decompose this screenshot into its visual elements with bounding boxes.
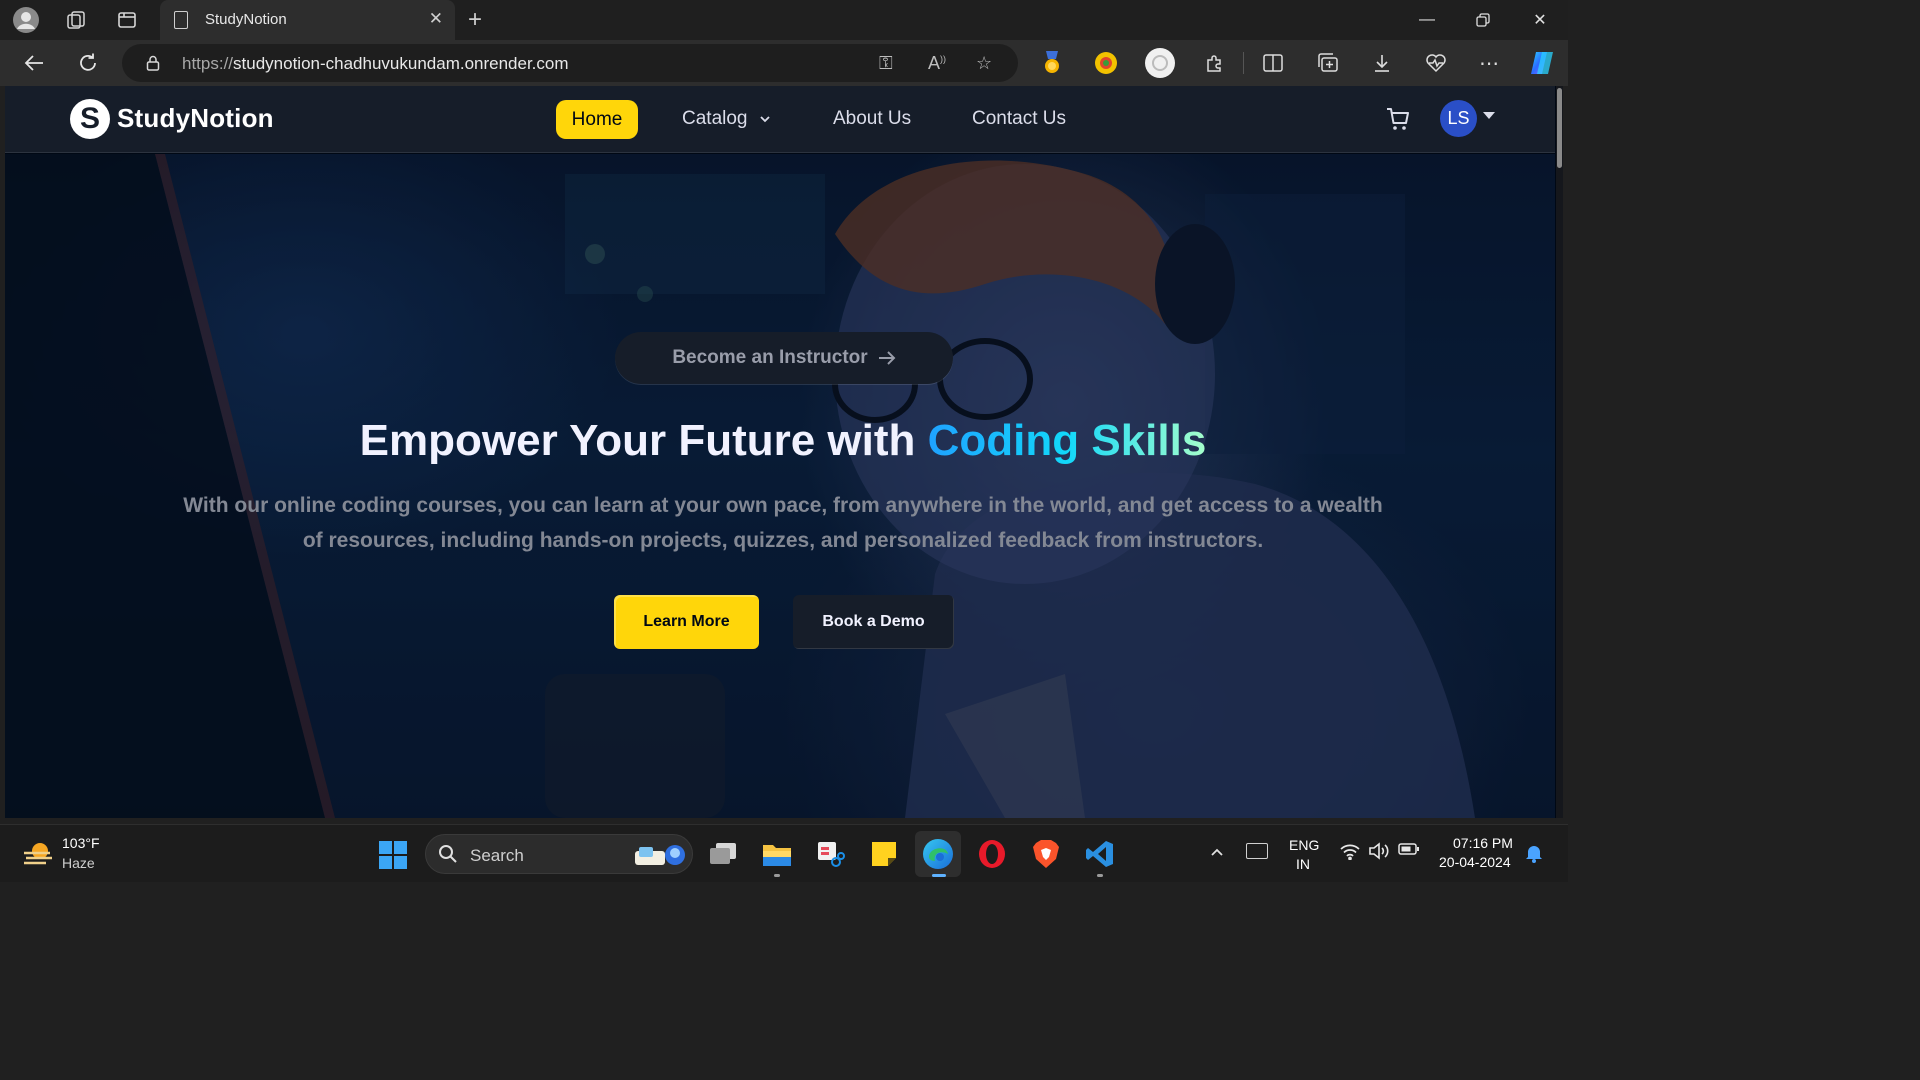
volume-icon[interactable] [1368,842,1390,865]
hero-section: Become an Instructor Empower Your Future… [5,154,1555,818]
page-viewport: S StudyNotion Home Catalog About Us Cont… [5,86,1563,818]
battery-icon[interactable] [1398,842,1420,861]
hero-subtext-line2: of resources, including hands-on project… [302,529,1264,552]
hero-subtext: With our online coding courses, you can … [145,488,1421,558]
close-icon[interactable]: ✕ [1520,6,1560,34]
keyboard-icon[interactable] [1246,843,1268,859]
clock-time[interactable]: 07:16 PM [1453,835,1513,851]
language-code[interactable]: ENG [1289,837,1319,853]
windows-start-icon[interactable] [378,840,408,870]
tab-title: StudyNotion [205,11,287,28]
taskbar-search[interactable]: Search [425,834,693,874]
lock-icon[interactable] [146,55,160,71]
profile-icon[interactable] [12,6,40,34]
file-explorer-icon[interactable] [760,837,794,871]
hero-heading: Empower Your Future with Coding Skills [5,416,1555,466]
hero-subtext-line1: With our online coding courses, you can … [183,494,1383,517]
tab-actions-icon[interactable] [113,6,141,34]
become-instructor-button[interactable]: Become an Instructor [615,332,953,384]
hero-heading-text: Empower Your Future with [359,416,928,465]
site-navbar: S StudyNotion Home Catalog About Us Cont… [5,86,1555,153]
search-highlight-icon [635,845,685,865]
extensions-puzzle-icon[interactable] [1202,50,1228,76]
downloads-icon[interactable] [1369,50,1395,76]
copilot-icon[interactable] [1527,48,1557,78]
clock-date[interactable]: 20-04-2024 [1439,854,1511,870]
toolbar-divider [1243,52,1244,74]
tab-close-icon[interactable]: ✕ [429,9,443,29]
refresh-icon[interactable] [73,48,103,78]
become-instructor-label: Become an Instructor [672,347,868,368]
read-aloud-icon[interactable]: A)) [928,53,946,74]
windows-taskbar: 103°F Haze Search ENG IN 07:16 PM 20-04-… [0,824,1568,882]
brave-icon[interactable] [1029,837,1063,871]
nav-home-link[interactable]: Home [556,100,638,139]
weather-description[interactable]: Haze [62,855,95,871]
notification-bell-icon[interactable] [1524,843,1544,863]
browser-title-bar: StudyNotion ✕ + — ✕ [0,0,1568,40]
favorite-star-icon[interactable]: ☆ [976,53,992,74]
learn-more-button[interactable]: Learn More [614,595,759,649]
opera-icon[interactable] [975,837,1009,871]
page-scrollbar[interactable] [1556,86,1563,818]
task-view-icon[interactable] [706,837,740,871]
minimize-icon[interactable]: — [1407,6,1447,34]
browser-tab[interactable]: StudyNotion ✕ [160,0,455,40]
app-active-indicator [932,874,946,877]
split-screen-icon[interactable] [1260,50,1286,76]
haze-weather-icon[interactable] [22,839,54,869]
book-demo-button[interactable]: Book a Demo [793,595,954,649]
nav-about-link[interactable]: About Us [833,108,911,130]
logo-text[interactable]: StudyNotion [117,103,274,134]
extension-medal-icon[interactable] [1039,50,1065,76]
more-icon[interactable]: ⋯ [1476,50,1502,76]
search-label: Search [470,846,524,865]
app-running-indicator [774,874,780,877]
page-icon [174,11,188,29]
wifi-icon[interactable] [1339,842,1361,865]
browser-toolbar: https://studynotion-chadhuvukundam.onren… [0,40,1568,86]
avatar[interactable]: LS [1440,100,1477,137]
app-running-indicator [1097,874,1103,877]
nav-catalog-label: Catalog [682,108,748,129]
new-tab-icon[interactable]: + [468,6,482,34]
snipping-tool-icon[interactable] [813,837,847,871]
weather-temperature[interactable]: 103°F [62,835,100,851]
back-icon[interactable] [19,48,49,78]
search-icon [439,845,457,863]
sticky-notes-icon[interactable] [867,837,901,871]
nav-contact-link[interactable]: Contact Us [972,108,1066,130]
scrollbar-thumb[interactable] [1557,88,1562,168]
nav-catalog-link[interactable]: Catalog [682,108,771,130]
url-text[interactable]: https://studynotion-chadhuvukundam.onren… [182,54,569,74]
address-bar[interactable]: https://studynotion-chadhuvukundam.onren… [122,44,1018,82]
extension-color-icon[interactable] [1093,50,1119,76]
arrow-right-icon [878,351,896,365]
hero-heading-highlight: Coding Skills [927,416,1207,465]
extension-white-icon[interactable] [1145,48,1175,78]
logo-icon[interactable]: S [70,99,110,139]
collections-icon[interactable] [1315,50,1341,76]
vscode-icon[interactable] [1083,837,1117,871]
restore-icon[interactable] [1463,6,1503,34]
edge-icon[interactable] [915,831,961,877]
chevron-up-icon[interactable] [1210,844,1224,860]
workspaces-icon[interactable] [62,6,90,34]
caret-down-icon[interactable] [1483,112,1495,119]
region-code[interactable]: IN [1296,856,1310,872]
cart-icon[interactable] [1385,106,1411,132]
chevron-down-icon [760,116,770,123]
hero-overlay [5,154,1555,818]
key-icon[interactable]: ⚿ [879,53,893,74]
browser-essentials-icon[interactable] [1423,50,1449,76]
